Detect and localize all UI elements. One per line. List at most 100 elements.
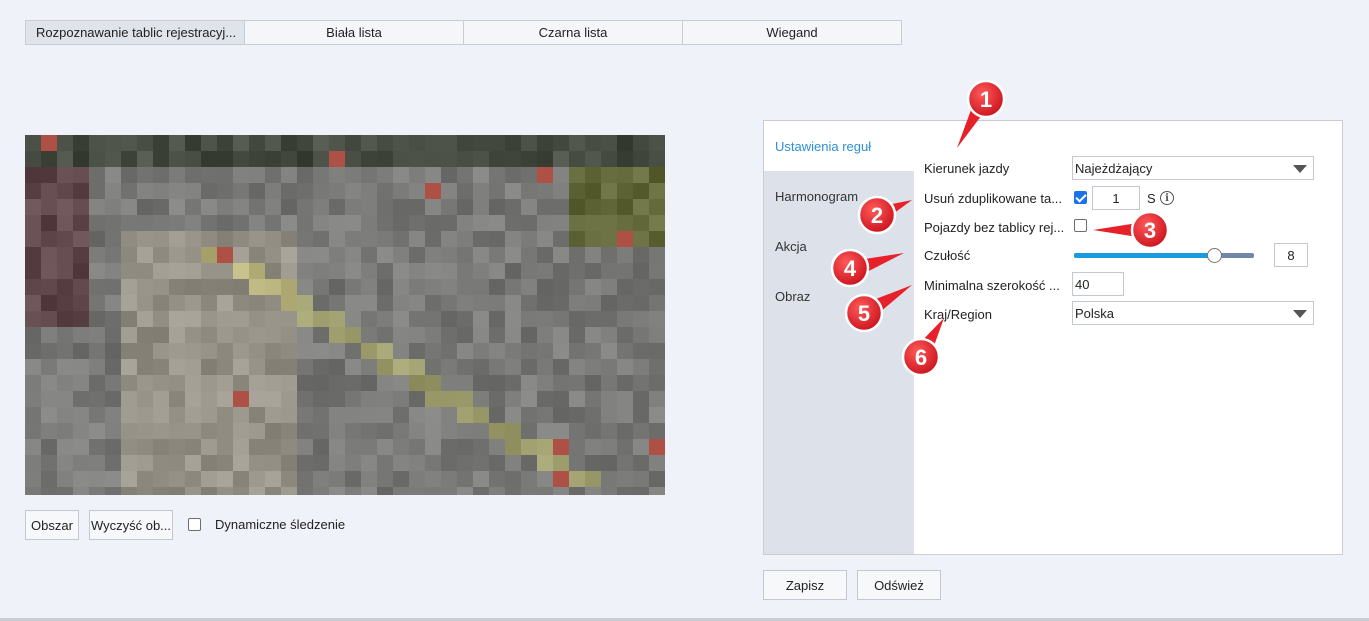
min-width-input[interactable]: 40 <box>1072 272 1124 296</box>
mosaic-cell <box>473 343 489 359</box>
mosaic-cell <box>137 359 153 375</box>
region-select[interactable]: Polska <box>1072 301 1314 325</box>
mosaic-cell <box>137 199 153 215</box>
mosaic-cell <box>265 375 281 391</box>
mosaic-cell <box>441 359 457 375</box>
mosaic-cell <box>441 487 457 495</box>
mosaic-cell <box>505 263 521 279</box>
info-icon[interactable]: i <box>1160 191 1174 205</box>
mosaic-cell <box>185 135 201 151</box>
mosaic-cell <box>409 359 425 375</box>
dedupe-checkbox[interactable] <box>1074 191 1087 204</box>
mosaic-cell <box>201 327 217 343</box>
mosaic-cell <box>409 183 425 199</box>
mosaic-cell <box>153 359 169 375</box>
mosaic-cell <box>537 167 553 183</box>
mosaic-cell <box>649 279 665 295</box>
mosaic-cell <box>73 343 89 359</box>
mosaic-cell <box>441 183 457 199</box>
mosaic-cell <box>153 407 169 423</box>
mosaic-cell <box>441 151 457 167</box>
mosaic-cell <box>265 247 281 263</box>
mosaic-cell <box>217 391 233 407</box>
mosaic-cell <box>505 199 521 215</box>
mosaic-cell <box>489 295 505 311</box>
mosaic-cell <box>169 263 185 279</box>
mosaic-cell <box>297 135 313 151</box>
video-preview[interactable] <box>25 135 665 495</box>
tab-plate-recognition[interactable]: Rozpoznawanie tablic rejestracyj... <box>25 20 245 45</box>
sensitivity-slider-thumb[interactable] <box>1207 248 1222 263</box>
mosaic-cell <box>41 263 57 279</box>
mosaic-cell <box>57 455 73 471</box>
mosaic-cell <box>265 455 281 471</box>
mosaic-cell <box>25 231 41 247</box>
mosaic-cell <box>297 407 313 423</box>
mosaic-cell <box>105 247 121 263</box>
mosaic-cell <box>105 391 121 407</box>
mosaic-cell <box>121 167 137 183</box>
mosaic-cell <box>489 455 505 471</box>
mosaic-cell <box>185 167 201 183</box>
mosaic-cell <box>361 343 377 359</box>
sensitivity-value-input[interactable]: 8 <box>1274 243 1308 267</box>
mosaic-cell <box>137 327 153 343</box>
mosaic-cell <box>553 263 569 279</box>
clear-area-button[interactable]: Wyczyść ob... <box>89 510 173 540</box>
mosaic-cell <box>633 311 649 327</box>
mosaic-cell <box>233 263 249 279</box>
mosaic-cell <box>329 167 345 183</box>
mosaic-cell <box>425 407 441 423</box>
mosaic-cell <box>233 343 249 359</box>
tab-blacklist[interactable]: Czarna lista <box>463 20 683 45</box>
mosaic-cell <box>217 263 233 279</box>
tab-whitelist[interactable]: Biała lista <box>244 20 464 45</box>
mosaic-cell <box>441 199 457 215</box>
mosaic-cell <box>169 279 185 295</box>
mosaic-cell <box>57 359 73 375</box>
mosaic-cell <box>345 151 361 167</box>
mosaic-cell <box>329 135 345 151</box>
mosaic-cell <box>57 375 73 391</box>
dedupe-interval-input[interactable]: 1 <box>1092 186 1140 210</box>
mosaic-cell <box>505 215 521 231</box>
mosaic-cell <box>601 231 617 247</box>
mosaic-cell <box>441 439 457 455</box>
direction-select[interactable]: Najeżdżający <box>1072 156 1314 180</box>
sidenav-item-image[interactable]: Obraz <box>764 271 914 321</box>
mosaic-cell <box>409 151 425 167</box>
dynamic-tracking-checkbox[interactable] <box>188 518 201 531</box>
no-plate-checkbox[interactable] <box>1074 219 1087 232</box>
mosaic-cell <box>233 167 249 183</box>
mosaic-cell <box>25 343 41 359</box>
mosaic-cell <box>425 375 441 391</box>
mosaic-cell <box>377 183 393 199</box>
mosaic-cell <box>233 455 249 471</box>
refresh-button[interactable]: Odśwież <box>857 570 941 600</box>
sidenav-item-action[interactable]: Akcja <box>764 221 914 271</box>
mosaic-cell <box>297 183 313 199</box>
sidenav-item-schedule[interactable]: Harmonogram <box>764 171 914 221</box>
mosaic-cell <box>297 343 313 359</box>
mosaic-cell <box>585 327 601 343</box>
sidenav-item-rule-settings[interactable]: Ustawienia reguł <box>764 121 914 171</box>
mosaic-cell <box>25 423 41 439</box>
mosaic-cell <box>473 199 489 215</box>
area-button[interactable]: Obszar <box>25 510 79 540</box>
mosaic-cell <box>473 359 489 375</box>
tab-wiegand[interactable]: Wiegand <box>682 20 902 45</box>
mosaic-cell <box>537 439 553 455</box>
save-button[interactable]: Zapisz <box>763 570 847 600</box>
mosaic-cell <box>473 487 489 495</box>
mosaic-cell <box>345 439 361 455</box>
mosaic-cell <box>585 215 601 231</box>
mosaic-cell <box>185 295 201 311</box>
mosaic-cell <box>569 199 585 215</box>
mosaic-cell <box>313 311 329 327</box>
mosaic-cell <box>105 183 121 199</box>
mosaic-cell <box>505 471 521 487</box>
mosaic-cell <box>457 455 473 471</box>
mosaic-cell <box>137 455 153 471</box>
mosaic-cell <box>361 471 377 487</box>
mosaic-cell <box>249 343 265 359</box>
